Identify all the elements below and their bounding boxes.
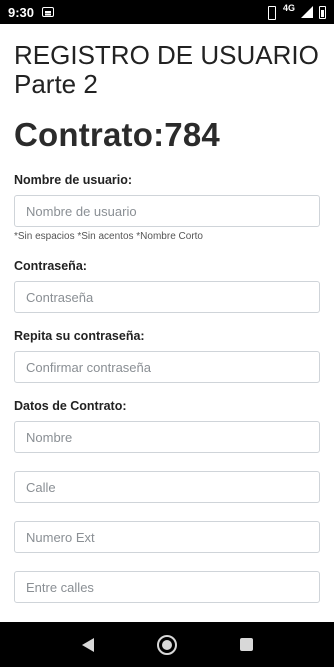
status-icons: 4G — [265, 3, 326, 20]
cross-streets-input[interactable] — [14, 571, 320, 603]
signal-icon — [301, 6, 313, 18]
status-bar: 9:30 4G — [0, 0, 334, 24]
notification-icon — [42, 7, 55, 17]
battery-icon — [319, 5, 326, 19]
username-hint: *Sin espacios *Sin acentos *Nombre Corto — [14, 231, 203, 242]
confirm-password-label: Repita su contraseña: — [14, 329, 145, 343]
name-input[interactable] — [14, 421, 320, 453]
username-label: Nombre de usuario: — [14, 173, 133, 187]
back-icon[interactable] — [81, 637, 94, 652]
home-icon[interactable] — [156, 634, 177, 655]
registration-form: REGISTRO DE USUARIO Parte 2 Contrato:784… — [0, 24, 334, 622]
password-label: Contraseña: — [14, 259, 87, 273]
password-input[interactable] — [14, 281, 320, 313]
contract-data-label: Datos de Contrato: — [14, 399, 127, 413]
street-input[interactable] — [14, 471, 320, 503]
status-time: 9:30 — [8, 4, 35, 20]
title-line-2: Parte 2 — [14, 69, 98, 99]
vibrate-icon — [265, 6, 277, 20]
confirm-password-input[interactable] — [14, 351, 320, 383]
title-line-1: REGISTRO DE USUARIO — [14, 40, 319, 70]
network-type: 4G — [282, 3, 295, 13]
navigation-bar — [0, 622, 334, 667]
contract-number: Contrato:784 — [14, 116, 220, 153]
ext-number-input[interactable] — [14, 521, 320, 553]
username-input[interactable] — [14, 195, 320, 227]
page-title: REGISTRO DE USUARIO Parte 2 — [14, 41, 320, 99]
recent-apps-icon[interactable] — [239, 638, 253, 651]
